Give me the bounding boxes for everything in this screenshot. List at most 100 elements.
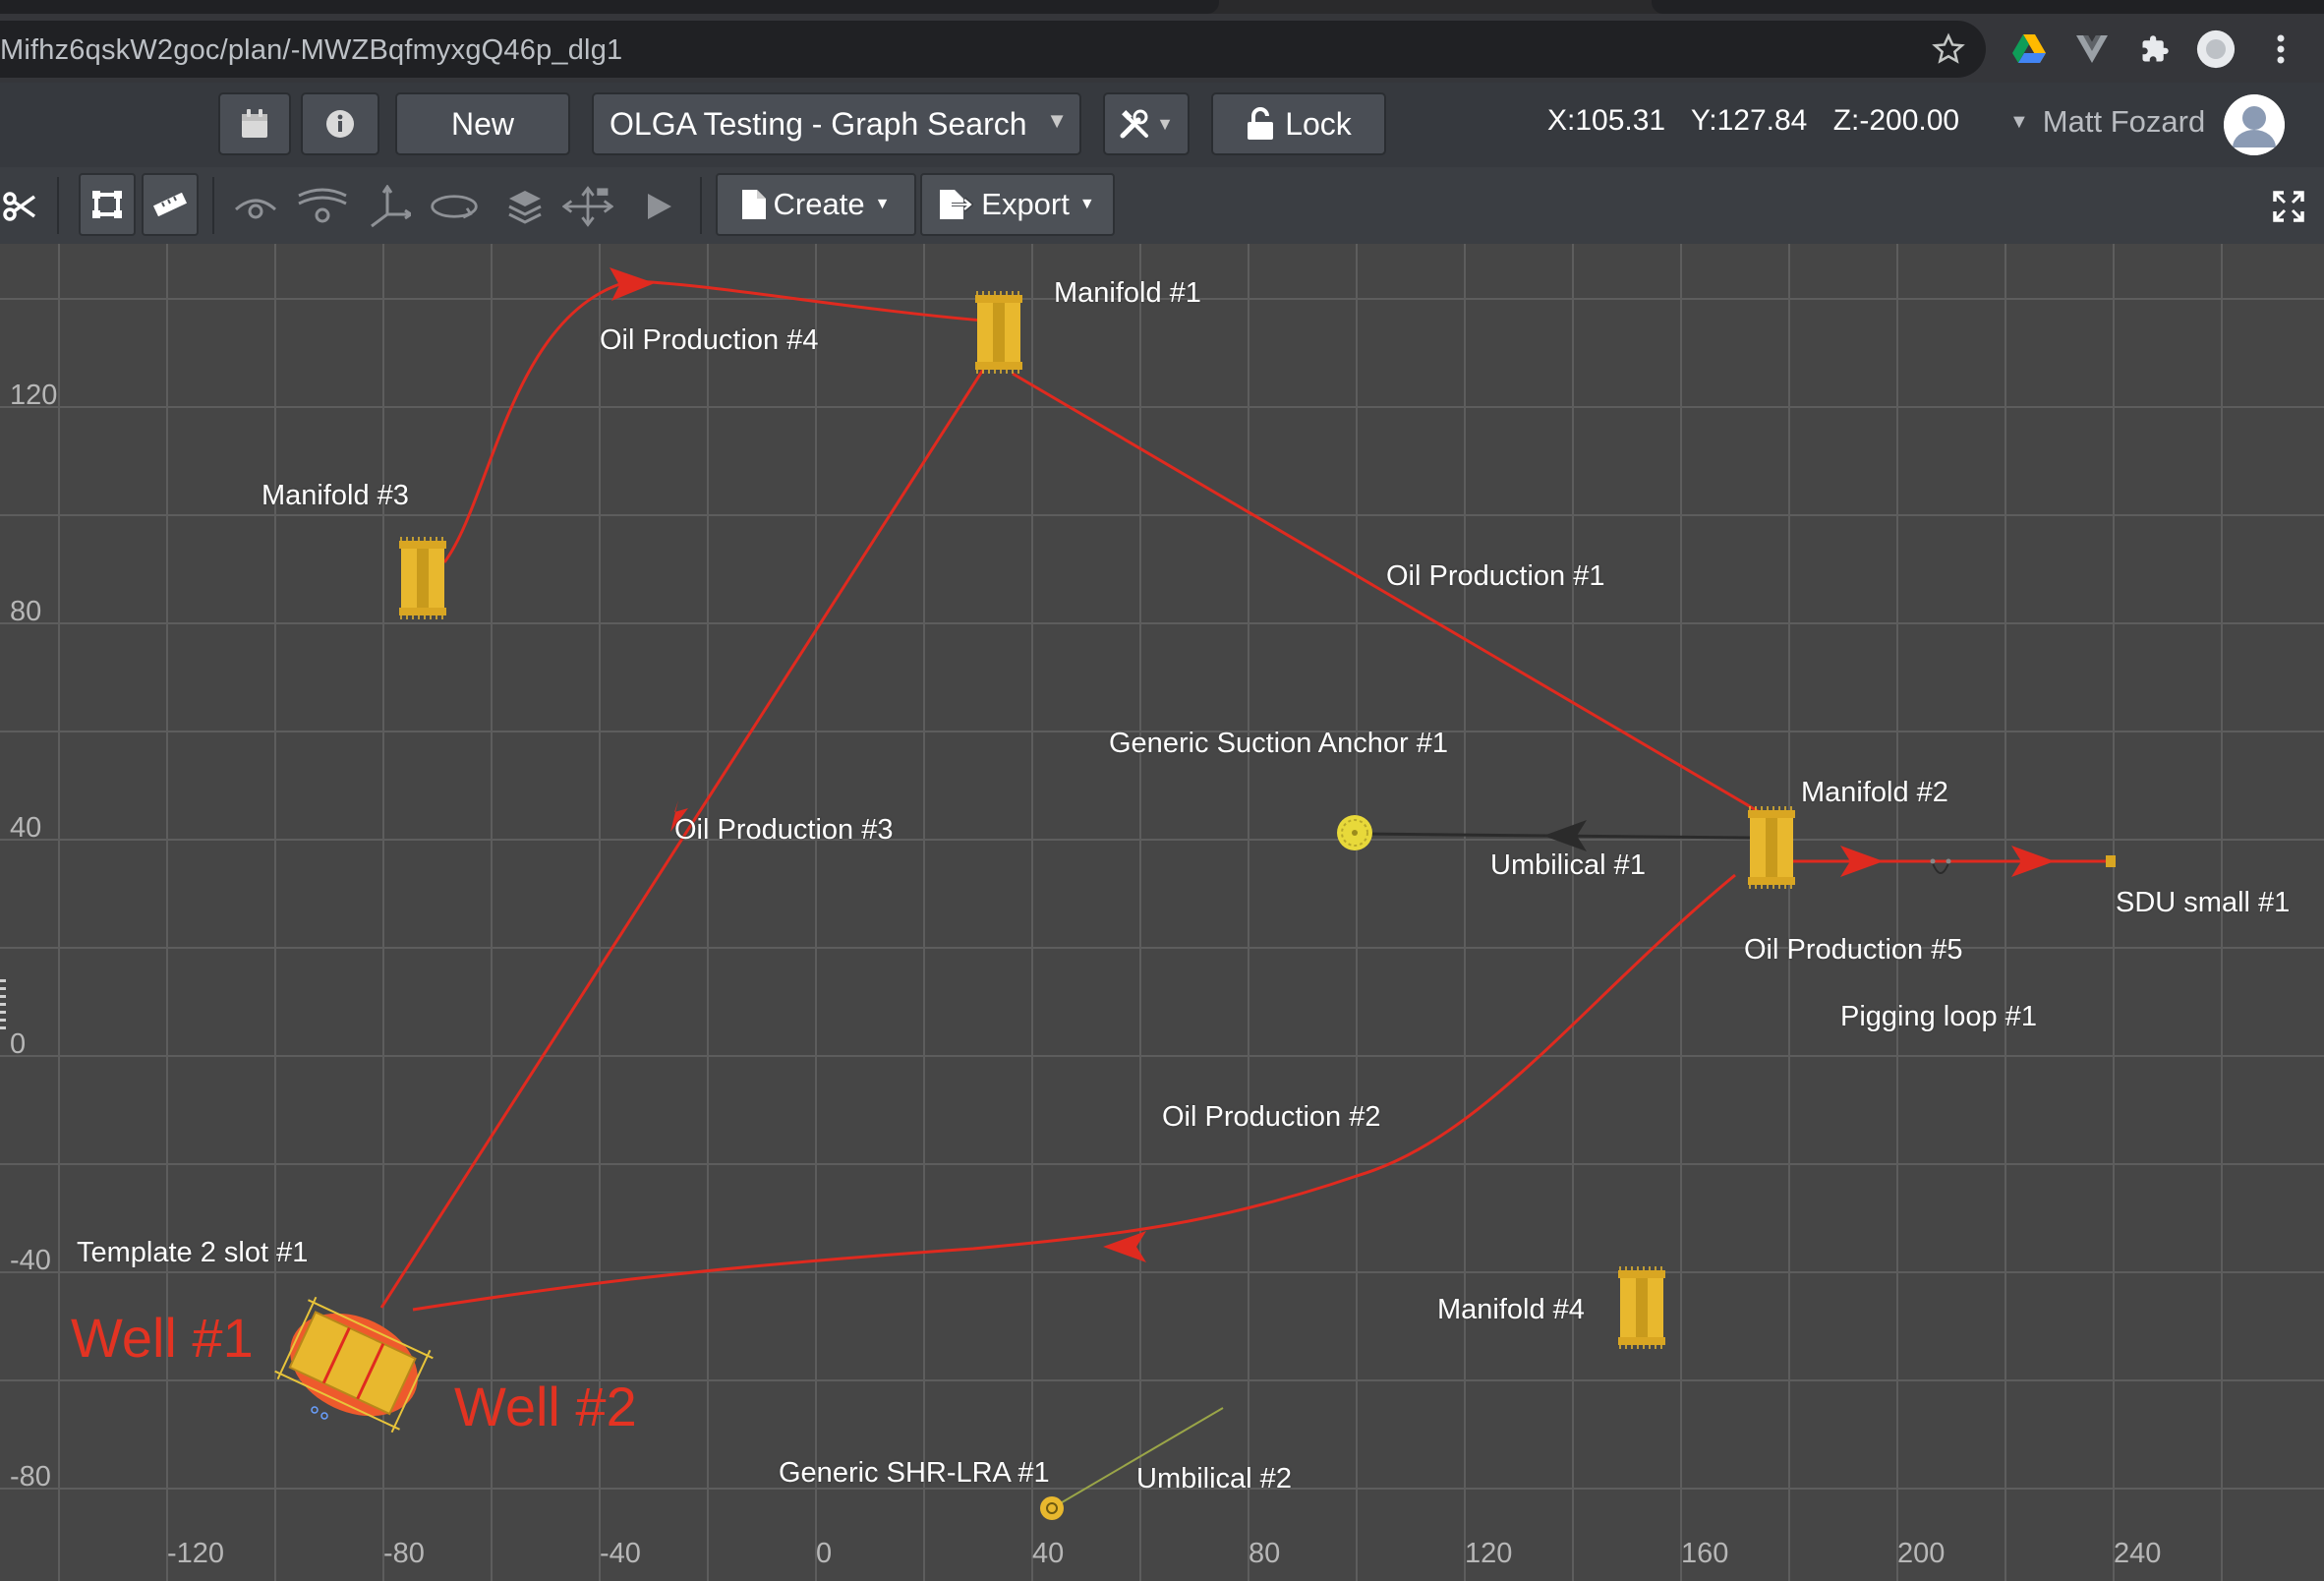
flowline-oil-production-4 [442,279,984,563]
browser-toolbar: Mifhz6qskW2goc/plan/-MWZBqfmyxgQ46p_dlg1 [0,14,2324,83]
coord-y: Y:127.84 [1690,104,1808,137]
info-icon [326,110,354,138]
toolbar-divider [212,177,214,234]
y-tick-minus-40: -40 [10,1245,51,1276]
coord-z: Z:-200.00 [1832,104,1960,137]
flowline-oil-production-2 [412,873,1736,1312]
label-oil-production-2[interactable]: Oil Production #2 [1162,1101,1380,1134]
x-tick-240: 240 [2114,1538,2162,1569]
unlock-icon [1248,107,1274,140]
caret-down-icon: ▼ [2009,111,2029,133]
x-tick-minus-80: -80 [383,1538,425,1569]
file-icon [741,190,766,219]
x-tick-0: 0 [816,1538,833,1569]
export-dropdown-button[interactable]: Export ▼ [920,173,1115,236]
sdu-shape [2106,855,2116,867]
label-manifold-1[interactable]: Manifold #1 [1054,277,1201,310]
visibility-icon[interactable] [230,181,281,232]
axes-icon[interactable] [364,181,415,232]
tools-dropdown-button[interactable]: ▼ [1103,92,1190,155]
x-tick-40: 40 [1032,1538,1065,1569]
cursor-coordinates: X:105.31 Y:127.84 Z:-200.00 [1547,104,1977,138]
move-icon[interactable] [562,181,613,232]
browser-tab-edge-right [1652,0,2324,14]
label-generic-suction-anchor-1[interactable]: Generic Suction Anchor #1 [1109,728,1448,760]
label-oil-production-3[interactable]: Oil Production #3 [674,814,893,847]
y-tick-120: 120 [10,380,58,411]
calendar-button[interactable] [218,92,291,155]
y-tick-minus-80: -80 [10,1461,51,1493]
tools-icon [1120,109,1149,139]
label-manifold-4[interactable]: Manifold #4 [1437,1294,1585,1326]
drive-icon[interactable] [2009,29,2049,69]
caret-down-icon: ▼ [874,196,891,212]
layers-icon[interactable] [499,181,551,232]
browser-tab-edge [0,0,1219,14]
map-drawing [0,244,2324,1581]
label-umbilical-2[interactable]: Umbilical #2 [1136,1463,1292,1495]
new-button-label: New [450,105,514,142]
manifold-2-shape [1747,805,1796,890]
x-tick-80: 80 [1249,1538,1281,1569]
project-select[interactable]: OLGA Testing - Graph Search ▼ [592,92,1081,155]
select-area-icon [92,191,122,218]
template-shape [274,1296,434,1434]
scissors-icon[interactable] [0,181,45,232]
info-button[interactable] [301,92,379,155]
lock-button-label: Lock [1285,105,1352,142]
profile-icon[interactable] [2196,29,2236,69]
vue-devtools-icon[interactable] [2072,29,2112,69]
ruler-icon [152,193,188,216]
label-template-2-slot-1[interactable]: Template 2 slot #1 [77,1237,308,1269]
calendar-icon [242,109,267,138]
new-button[interactable]: New [395,92,570,155]
select-area-button[interactable] [79,173,136,236]
coord-x: X:105.31 [1547,104,1666,137]
manifold-1-shape [974,290,1023,375]
extensions-icon[interactable] [2135,29,2175,69]
chevron-down-icon: ▼ [1046,108,1068,133]
measure-button[interactable] [142,173,199,236]
label-oil-production-5[interactable]: Oil Production #5 [1744,934,1962,966]
label-oil-production-1[interactable]: Oil Production #1 [1386,560,1604,593]
y-tick-80: 80 [10,596,42,627]
label-manifold-2[interactable]: Manifold #2 [1801,777,1948,809]
file-export-icon [940,190,974,219]
label-pigging-loop-1[interactable]: Pigging loop #1 [1840,1001,2037,1033]
caret-down-icon: ▼ [1078,196,1095,212]
app-header: New OLGA Testing - Graph Search ▼ ▼ Lock… [0,83,2324,167]
lock-button[interactable]: Lock [1211,92,1386,155]
label-well-2[interactable]: Well #2 [454,1375,637,1438]
label-generic-shr-lra-1[interactable]: Generic SHR-LRA #1 [779,1457,1050,1490]
x-tick-200: 200 [1897,1538,1946,1569]
shr-lra-shape [1040,1496,1064,1520]
label-manifold-3[interactable]: Manifold #3 [261,480,409,512]
url-text[interactable]: Mifhz6qskW2goc/plan/-MWZBqfmyxgQ46p_dlg1 [0,34,622,67]
label-well-1[interactable]: Well #1 [71,1306,254,1370]
address-bar[interactable]: Mifhz6qskW2goc/plan/-MWZBqfmyxgQ46p_dlg1 [0,21,1986,78]
suction-anchor-shape [1337,815,1372,850]
browser-tabstrip [0,0,2324,14]
star-icon[interactable] [1929,29,1968,69]
create-dropdown-button[interactable]: Create ▼ [716,173,916,236]
y-tick-0: 0 [10,1028,27,1060]
fullscreen-icon[interactable] [2263,181,2314,232]
label-sdu-small-1[interactable]: SDU small #1 [2116,887,2290,919]
avatar[interactable] [2224,94,2285,155]
export-label: Export [981,187,1070,221]
label-oil-production-4[interactable]: Oil Production #4 [600,324,818,357]
terrain-layers-icon[interactable] [297,181,348,232]
label-umbilical-1[interactable]: Umbilical #1 [1490,849,1646,882]
pigging-loop-shape [1932,862,1949,874]
user-name: Matt Fozard [2042,104,2206,139]
play-icon[interactable] [633,181,684,232]
project-select-value: OLGA Testing - Graph Search [610,105,1027,142]
user-menu[interactable]: ▼ Matt Fozard [2009,104,2205,140]
map-toolbar: Create ▼ Export ▼ [0,167,2324,244]
rotate-icon[interactable] [429,181,480,232]
map-canvas[interactable]: 120 80 40 0 -40 -80 -120 -80 -40 0 40 80… [0,244,2324,1581]
kebab-menu-icon[interactable] [2261,29,2300,69]
toolbar-divider [700,177,702,234]
manifold-3-shape [398,536,447,620]
manifold-4-shape [1617,1265,1666,1350]
